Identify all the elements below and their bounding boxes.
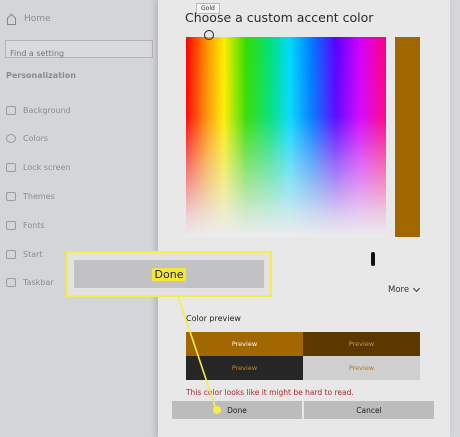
section-label: Personalization: [6, 71, 76, 80]
color-preview-grid: Preview Preview Preview Preview: [186, 332, 420, 380]
sidebar-item-themes[interactable]: Themes: [6, 192, 55, 201]
readability-warning: This color looks like it might be hard t…: [186, 388, 354, 397]
sidebar-item-label: Themes: [23, 192, 55, 201]
brightness-slider-thumb[interactable]: [371, 252, 375, 266]
sidebar-item-fonts[interactable]: Fonts: [6, 221, 45, 230]
done-button[interactable]: Done: [172, 401, 302, 419]
color-picker-handle[interactable]: [204, 30, 214, 40]
preview-cell-dark-accent: Preview: [303, 332, 420, 356]
lock-screen-icon: [6, 163, 16, 172]
start-icon: [6, 250, 16, 259]
more-button[interactable]: More: [388, 284, 421, 295]
palette-icon: [6, 134, 16, 143]
more-label: More: [388, 285, 410, 295]
sidebar-item-taskbar[interactable]: Taskbar: [6, 278, 54, 287]
sidebar-item-colors[interactable]: Colors: [6, 134, 48, 143]
preview-cell-light-mode: Preview: [303, 356, 420, 380]
callout-done-label: Done: [151, 267, 187, 281]
search-input[interactable]: [6, 45, 140, 62]
settings-sidebar: Home Personalization Background Colors L…: [0, 0, 158, 437]
sidebar-item-label: Background: [23, 106, 71, 115]
sidebar-item-background[interactable]: Background: [6, 106, 71, 115]
selected-color-swatch: [395, 37, 420, 237]
home-nav-item[interactable]: Home: [6, 14, 51, 25]
color-spectrum[interactable]: [186, 37, 386, 237]
color-name-tooltip: Gold: [196, 3, 220, 14]
cancel-button[interactable]: Cancel: [304, 401, 434, 419]
brush-icon: [6, 192, 16, 201]
callout-done-button-magnified: Done: [74, 260, 264, 288]
preview-cell-light-accent: Preview: [186, 332, 303, 356]
sidebar-item-label: Start: [23, 250, 43, 259]
taskbar-icon: [6, 278, 16, 287]
color-preview-label: Color preview: [186, 314, 241, 323]
custom-accent-color-dialog: Choose a custom accent color Gold More C…: [158, 0, 450, 437]
chevron-down-icon: [413, 284, 421, 293]
sidebar-item-label: Lock screen: [23, 163, 71, 172]
sidebar-item-lock-screen[interactable]: Lock screen: [6, 163, 70, 172]
home-label: Home: [24, 14, 51, 24]
preview-cell-dark-mode: Preview: [186, 356, 303, 380]
sidebar-item-label: Colors: [23, 134, 49, 143]
zoom-callout: Done: [66, 251, 272, 297]
home-icon: [6, 14, 16, 25]
font-icon: [6, 221, 16, 230]
search-box[interactable]: [5, 40, 153, 62]
sidebar-item-start[interactable]: Start: [6, 250, 43, 259]
image-icon: [6, 106, 16, 115]
sidebar-item-label: Fonts: [23, 221, 45, 230]
sidebar-item-label: Taskbar: [23, 278, 54, 287]
